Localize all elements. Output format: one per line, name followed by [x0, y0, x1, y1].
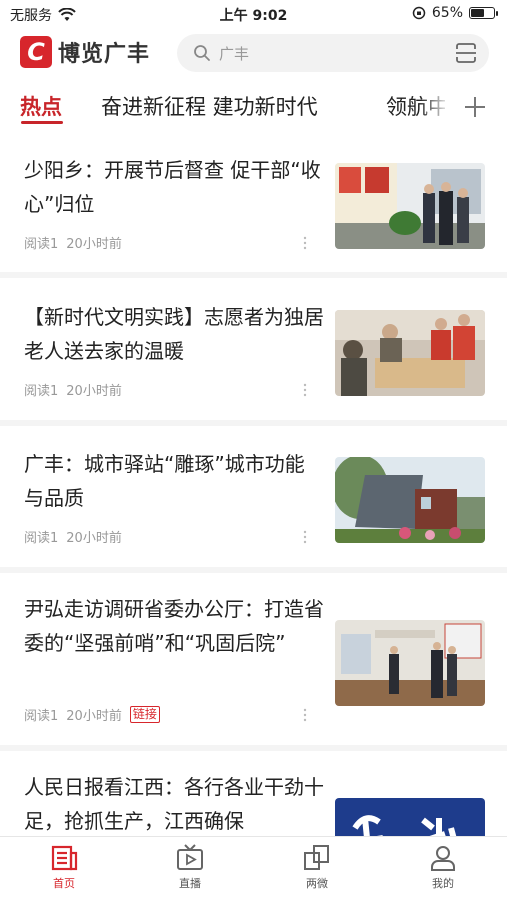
read-count: 阅读1 — [24, 384, 59, 399]
live-tv-icon — [177, 844, 203, 870]
add-channel-icon[interactable] — [462, 94, 488, 120]
tab-weibo-wechat[interactable]: 两微 — [277, 843, 357, 891]
news-title: 少阳乡：开展节后督查 促干部“收心”归位 — [24, 158, 321, 216]
more-options-icon[interactable] — [302, 383, 308, 397]
tab-new-journey[interactable]: 奋进新征程 建功新时代 — [101, 91, 318, 121]
news-thumbnail — [335, 798, 485, 836]
news-title: 尹弘走访调研省委办公厅：打造省委的“坚强前哨”和“巩固后院” — [24, 597, 324, 655]
read-count: 阅读1 — [24, 237, 59, 252]
news-meta: 阅读1 20小时前 — [24, 233, 122, 252]
app-name: 博览广丰 — [58, 42, 151, 67]
more-options-icon[interactable] — [302, 708, 308, 722]
news-item[interactable]: 尹弘走访调研省委办公厅：打造省委的“坚强前哨”和“巩固后院” 阅读1 20小时前… — [0, 573, 507, 751]
publish-time: 20小时前 — [66, 709, 122, 724]
tab-weibo-wechat-label: 两微 — [306, 877, 328, 890]
search-placeholder: 广丰 — [219, 45, 250, 63]
battery-percent: 65% — [431, 5, 463, 21]
tab-profile[interactable]: 我的 — [403, 843, 483, 891]
search-bar[interactable]: 广丰 — [177, 34, 489, 72]
news-item[interactable]: 【新时代文明实践】志愿者为独居老人送去家的温暖 阅读1 20小时前 — [0, 278, 507, 426]
link-badge: 链接 — [129, 706, 160, 723]
tab-live[interactable]: 直播 — [150, 843, 230, 891]
news-meta: 阅读1 20小时前 链接 — [24, 705, 160, 724]
news-item[interactable]: 人民日报看江西：各行各业干劲十足，抢抓生产，江西确保 — [0, 751, 507, 836]
news-thumbnail — [335, 163, 485, 249]
publish-time: 20小时前 — [66, 237, 122, 252]
publish-time: 20小时前 — [66, 531, 122, 546]
news-title: 人民日报看江西：各行各业干劲十足，抢抓生产，江西确保 — [24, 775, 324, 833]
app-logo[interactable]: C 博览广丰 — [20, 36, 150, 68]
scan-icon[interactable] — [455, 42, 477, 64]
app-header: C 博览广丰 广丰 — [0, 32, 507, 74]
news-meta: 阅读1 20小时前 — [24, 527, 122, 546]
search-icon — [194, 45, 210, 61]
battery-icon — [469, 7, 498, 19]
news-thumbnail — [335, 620, 485, 706]
home-news-icon — [51, 845, 78, 871]
news-item[interactable]: 少阳乡：开展节后督查 促干部“收心”归位 阅读1 20小时前 — [0, 130, 507, 278]
tab-home-label: 首页 — [53, 877, 75, 890]
profile-icon — [431, 846, 455, 871]
news-title: 【新时代文明实践】志愿者为独居老人送去家的温暖 — [24, 305, 324, 363]
news-thumbnail — [335, 310, 485, 396]
tab-live-label: 直播 — [179, 877, 201, 890]
read-count: 阅读1 — [24, 531, 59, 546]
news-item[interactable]: 广丰：城市驿站“雕琢”城市功能与品质 阅读1 20小时前 — [0, 426, 507, 573]
weibo-wechat-icon — [304, 845, 329, 870]
status-bar: 无服务 上午 9:02 65% — [0, 0, 507, 28]
more-options-icon[interactable] — [302, 530, 308, 544]
read-count: 阅读1 — [24, 709, 59, 724]
orientation-lock-icon — [412, 6, 426, 20]
news-thumbnail — [335, 457, 485, 543]
news-meta: 阅读1 20小时前 — [24, 380, 122, 399]
tab-home[interactable]: 首页 — [24, 843, 104, 891]
channel-tabs: 热点 奋进新征程 建功新时代 领航中国 — [0, 88, 507, 128]
logo-mark: C — [20, 36, 52, 68]
tab-hot[interactable]: 热点 — [20, 91, 62, 121]
active-tab-indicator — [21, 121, 63, 124]
more-options-icon[interactable] — [302, 236, 308, 250]
news-title: 广丰：城市驿站“雕琢”城市功能与品质 — [24, 452, 305, 510]
publish-time: 20小时前 — [66, 384, 122, 399]
bottom-tab-bar: 首页 直播 两微 我的 — [0, 836, 507, 900]
news-feed: 少阳乡：开展节后督查 促干部“收心”归位 阅读1 20小时前 【新时代文明实践】… — [0, 130, 507, 836]
tab-profile-label: 我的 — [432, 877, 454, 890]
